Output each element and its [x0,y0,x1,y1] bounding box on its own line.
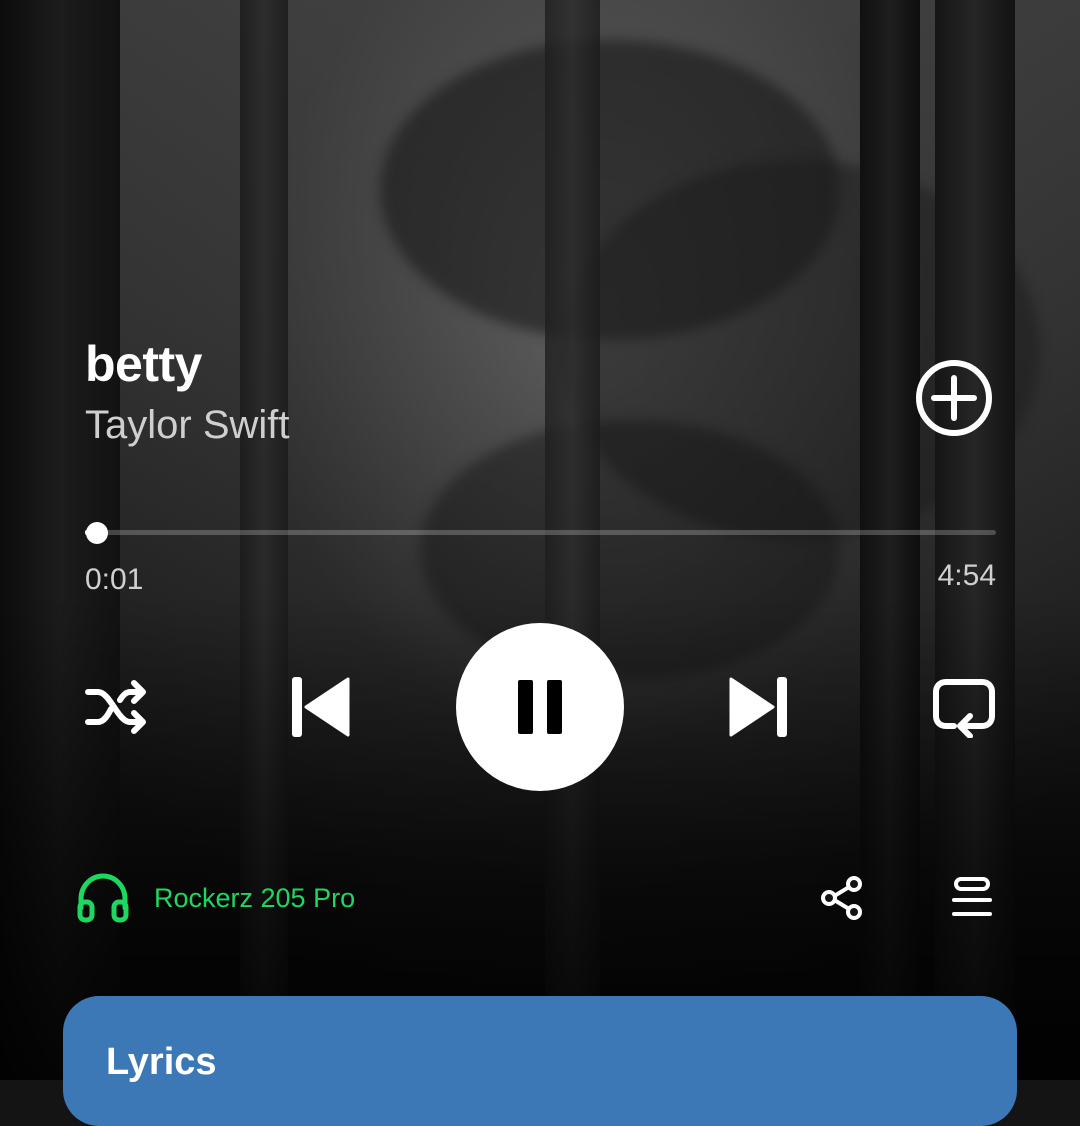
elapsed-time: 0:01 [85,563,144,596]
repeat-button[interactable] [932,678,996,739]
shuffle-button[interactable] [84,678,148,736]
lyrics-title: Lyrics [106,1041,217,1083]
add-circle-icon [916,360,992,436]
progress-bar[interactable] [85,522,996,544]
pause-icon [518,680,562,734]
play-pause-button[interactable] [456,623,624,791]
lyrics-card[interactable]: Lyrics [63,996,1017,1126]
share-icon [821,876,862,920]
repeat-icon [933,679,995,739]
progress-knob[interactable] [85,522,108,544]
skip-previous-icon [292,677,350,737]
total-duration: 4:54 [937,559,996,592]
skip-next-icon [729,677,787,737]
previous-button[interactable] [290,675,350,739]
add-to-library-button[interactable] [914,358,994,438]
connected-device[interactable]: Rockerz 205 Pro [76,871,355,925]
shuffle-icon [85,680,146,734]
device-name: Rockerz 205 Pro [154,882,356,913]
progress-track [85,530,996,535]
queue-icon [952,877,992,916]
queue-button[interactable] [950,876,994,920]
headphones-icon [77,873,129,923]
share-button[interactable] [818,875,866,921]
track-title: betty [85,336,202,392]
next-button[interactable] [729,675,789,739]
track-artist[interactable]: Taylor Swift [85,403,290,448]
